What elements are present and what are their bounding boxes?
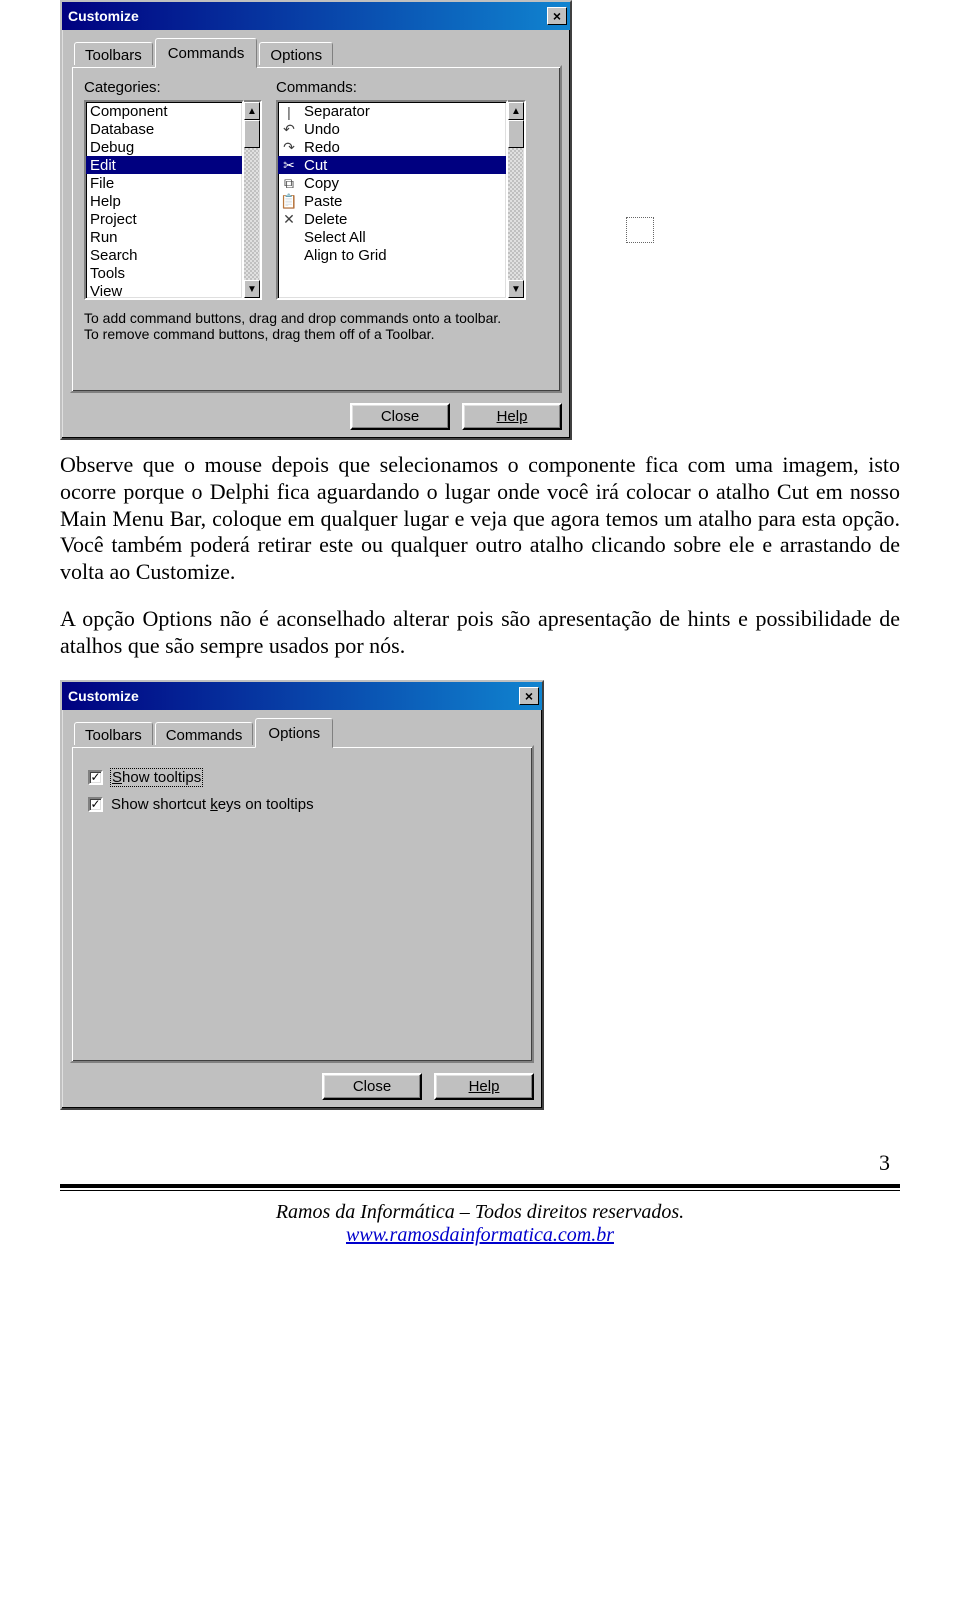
customize-dialog-options: Customize × Toolbars Commands Options ✓ … — [60, 680, 544, 1110]
command-label: Select All — [304, 229, 366, 246]
list-item[interactable]: Align to Grid — [278, 246, 506, 264]
tab-commands[interactable]: Commands — [155, 38, 258, 68]
command-icon: ✕ — [280, 211, 298, 228]
paragraph-2: A opção Options não é aconselhado altera… — [60, 606, 900, 660]
drag-ghost-icon — [626, 217, 654, 243]
title-text: Customize — [68, 8, 139, 24]
scrollbar-vertical[interactable]: ▲ ▼ — [508, 100, 526, 300]
footer-line: Ramos da Informática – Todos direitos re… — [60, 1201, 900, 1224]
command-icon: ↶ — [280, 121, 298, 138]
show-shortcut-keys-label: Show shortcut keys on tooltips — [111, 796, 314, 813]
list-item[interactable]: Run — [86, 228, 242, 246]
tab-toolbars[interactable]: Toolbars — [74, 722, 153, 747]
command-icon: ⧉ — [280, 175, 298, 192]
footer: Ramos da Informática – Todos direitos re… — [60, 1201, 900, 1247]
commands-panel: Categories: ComponentDatabaseDebugEditFi… — [70, 65, 562, 393]
command-label: Copy — [304, 175, 339, 192]
tabstrip: Toolbars Commands Options — [70, 718, 534, 747]
checkbox-checked-icon[interactable]: ✓ — [88, 770, 103, 785]
command-icon: ↷ — [280, 139, 298, 156]
list-item[interactable]: ✂ Cut — [278, 156, 506, 174]
list-item[interactable]: ↶ Undo — [278, 120, 506, 138]
list-item[interactable]: ⧉ Copy — [278, 174, 506, 192]
tab-toolbars[interactable]: Toolbars — [74, 42, 153, 67]
show-tooltips-label: Show tooltips — [111, 769, 202, 786]
checkbox-checked-icon[interactable]: ✓ — [88, 797, 103, 812]
scroll-thumb[interactable] — [508, 120, 524, 148]
close-button[interactable]: Close — [322, 1073, 422, 1100]
close-button[interactable]: Close — [350, 403, 450, 430]
close-icon[interactable]: × — [519, 687, 539, 705]
list-item[interactable]: View — [86, 282, 242, 300]
help-button[interactable]: Help — [434, 1073, 534, 1100]
paragraph-1: Observe que o mouse depois que seleciona… — [60, 452, 900, 586]
list-item[interactable]: | Separator — [278, 102, 506, 120]
list-item[interactable]: Select All — [278, 228, 506, 246]
titlebar[interactable]: Customize × — [62, 2, 570, 30]
titlebar[interactable]: Customize × — [62, 682, 542, 710]
dialog-body: Toolbars Commands Options Categories: Co… — [62, 30, 570, 438]
command-icon: 📋 — [280, 193, 298, 210]
show-shortcut-keys-row[interactable]: ✓ Show shortcut keys on tooltips — [88, 796, 520, 813]
footer-link[interactable]: www.ramosdainformatica.com.br — [346, 1224, 614, 1246]
list-item[interactable]: Search — [86, 246, 242, 264]
list-item[interactable]: Component — [86, 102, 242, 120]
title-text: Customize — [68, 688, 139, 704]
categories-label: Categories: — [84, 79, 262, 96]
options-panel: ✓ Show tooltips ✓ Show shortcut keys on … — [70, 745, 534, 1063]
command-label: Delete — [304, 211, 347, 228]
scroll-thumb[interactable] — [244, 120, 260, 148]
categories-listbox[interactable]: ComponentDatabaseDebugEditFileHelpProjec… — [84, 100, 244, 300]
instruction-text: To add command buttons, drag and drop co… — [84, 310, 548, 342]
footer-rule — [60, 1184, 900, 1191]
help-button[interactable]: Help — [462, 403, 562, 430]
list-item[interactable]: ↷ Redo — [278, 138, 506, 156]
tab-options[interactable]: Options — [259, 42, 333, 67]
list-item[interactable]: Help — [86, 192, 242, 210]
command-label: Separator — [304, 103, 370, 120]
command-label: Undo — [304, 121, 340, 138]
scroll-down-icon[interactable]: ▼ — [244, 280, 260, 298]
scroll-up-icon[interactable]: ▲ — [244, 102, 260, 120]
command-label: Cut — [304, 157, 327, 174]
show-tooltips-row[interactable]: ✓ Show tooltips — [88, 769, 520, 786]
scroll-up-icon[interactable]: ▲ — [508, 102, 524, 120]
list-item[interactable]: Database — [86, 120, 242, 138]
command-icon: ✂ — [280, 157, 298, 174]
scrollbar-vertical[interactable]: ▲ ▼ — [244, 100, 262, 300]
list-item[interactable]: Tools — [86, 264, 242, 282]
list-item[interactable]: Project — [86, 210, 242, 228]
dialog-body: Toolbars Commands Options ✓ Show tooltip… — [62, 710, 542, 1108]
command-label: Paste — [304, 193, 342, 210]
list-item[interactable]: Edit — [86, 156, 242, 174]
tabstrip: Toolbars Commands Options — [70, 38, 562, 67]
command-icon: | — [280, 104, 298, 120]
list-item[interactable]: 📋 Paste — [278, 192, 506, 210]
tab-commands[interactable]: Commands — [155, 722, 254, 747]
close-icon[interactable]: × — [547, 7, 567, 25]
tab-options[interactable]: Options — [255, 718, 333, 748]
customize-dialog-commands: Customize × Toolbars Commands Options Ca… — [60, 0, 572, 440]
commands-listbox[interactable]: | Separator ↶ Undo ↷ Redo ✂ Cut ⧉ Copy 📋 Paste ✕ Dele… — [276, 100, 508, 300]
commands-label: Commands: — [276, 79, 526, 96]
scroll-down-icon[interactable]: ▼ — [508, 280, 524, 298]
list-item[interactable]: Debug — [86, 138, 242, 156]
list-item[interactable]: ✕ Delete — [278, 210, 506, 228]
command-label: Align to Grid — [304, 247, 387, 264]
page-number: 3 — [60, 1150, 890, 1176]
list-item[interactable]: File — [86, 174, 242, 192]
command-label: Redo — [304, 139, 340, 156]
